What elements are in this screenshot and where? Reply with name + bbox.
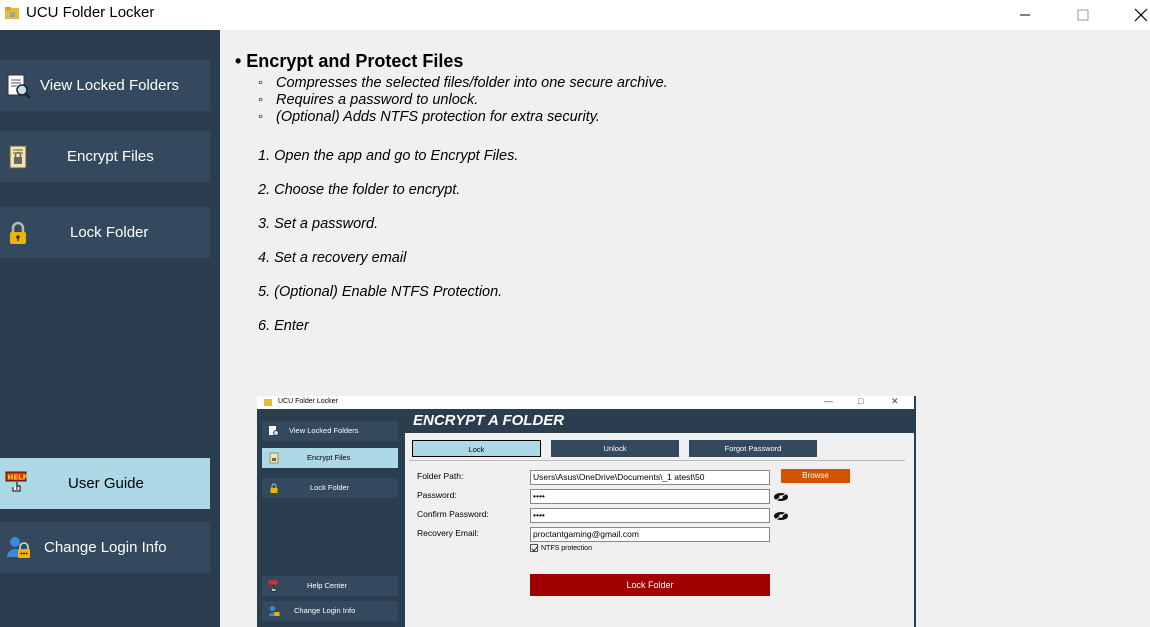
screenshot-minimize-icon: —: [824, 396, 833, 406]
help-hand-icon: HELP: [5, 471, 28, 492]
user-lock-icon: [7, 537, 30, 558]
magnifier-document-icon: [7, 74, 31, 99]
sidebar-item-label: User Guide: [68, 475, 144, 492]
sidebar-item-view-locked-folders[interactable]: View Locked Folders: [0, 60, 210, 111]
svg-text:HELP: HELP: [8, 474, 28, 482]
screenshot-nav-change-login-info: Change Login Info: [262, 601, 398, 621]
user-lock-icon: [269, 606, 280, 616]
section-heading: • Encrypt and Protect Files: [235, 51, 464, 71]
screenshot-nav-view-locked-folders: View Locked Folders: [262, 421, 398, 441]
screenshot-sidebar: View Locked Folders Encrypt Files Lock F…: [257, 409, 405, 627]
screenshot-recovery-email-label: Recovery Email:: [417, 528, 479, 538]
window-title: UCU Folder Locker: [26, 4, 155, 21]
screenshot-folder-path-label: Folder Path:: [417, 471, 464, 481]
screenshot-ntfs-label: NTFS protection: [541, 544, 592, 552]
screenshot-header: ENCRYPT A FOLDER: [405, 409, 914, 433]
screenshot-nav-label: Encrypt Files: [307, 453, 351, 462]
user-guide-content: • Encrypt and Protect Files Compresses t…: [220, 30, 1150, 627]
screenshot-confirm-password-field: ••••: [530, 508, 770, 523]
close-icon: [1134, 8, 1148, 22]
screenshot-tab-forgot-password: Forgot Password: [689, 440, 817, 457]
title-bar: UCU Folder Locker: [0, 0, 1150, 30]
list-item: (Optional) Adds NTFS protection for extr…: [258, 109, 668, 126]
screenshot-ntfs-checkbox: NTFS protection: [530, 544, 592, 552]
screenshot-nav-label: Help Center: [307, 581, 348, 590]
sidebar-item-label: Change Login Info: [44, 539, 167, 556]
step-item: 6. Enter: [258, 318, 309, 334]
screenshot-divider: [409, 460, 905, 461]
checkbox-checked-icon: [530, 544, 539, 552]
eye-slash-icon: [774, 492, 788, 502]
screenshot-confirm-password-label: Confirm Password:: [417, 509, 489, 519]
padlock-icon: [270, 483, 278, 493]
sidebar-item-label: View Locked Folders: [40, 77, 179, 94]
screenshot-lock-folder-button: Lock Folder: [530, 574, 770, 596]
padlock-icon: [10, 221, 26, 244]
screenshot-tab-unlock: Unlock: [551, 440, 679, 457]
minimize-icon: [1020, 14, 1030, 16]
sidebar: View Locked Folders Encrypt Files Lock F…: [0, 30, 220, 627]
feature-list: Compresses the selected files/folder int…: [258, 75, 668, 126]
guide-screenshot: UCU Folder Locker — □ ✕ View Locked Fold…: [257, 396, 916, 627]
step-item: 2. Choose the folder to encrypt.: [258, 182, 461, 198]
screenshot-nav-encrypt-files: Encrypt Files: [262, 448, 398, 468]
step-item: 3. Set a password.: [258, 216, 379, 232]
screenshot-recovery-email-field: proctantgaming@gmail.com: [530, 527, 770, 542]
screenshot-tab-lock: Lock: [412, 440, 541, 457]
step-item: 4. Set a recovery email: [258, 250, 407, 266]
eye-slash-icon: [774, 511, 788, 521]
screenshot-nav-label: View Locked Folders: [289, 426, 359, 435]
folder-lock-icon: [264, 399, 272, 406]
screenshot-nav-label: Lock Folder: [310, 483, 350, 492]
maximize-button[interactable]: [1060, 0, 1106, 30]
screenshot-nav-label: Change Login Info: [294, 606, 356, 615]
sidebar-item-lock-folder[interactable]: Lock Folder: [0, 207, 210, 258]
list-item: Compresses the selected files/folder int…: [258, 75, 668, 92]
sidebar-item-label: Encrypt Files: [67, 148, 154, 165]
screenshot-nav-lock-folder: Lock Folder: [262, 478, 398, 498]
screenshot-window-title: UCU Folder Locker: [278, 398, 338, 405]
encrypted-file-icon: [9, 145, 27, 169]
screenshot-password-field: ••••: [530, 489, 770, 504]
sidebar-item-label: Lock Folder: [70, 224, 149, 241]
screenshot-password-label: Password:: [417, 490, 457, 500]
screenshot-folder-path-field: Users\Asus\OneDrive\Documents\_1 atest\5…: [530, 470, 770, 485]
magnifier-document-icon: [269, 426, 279, 436]
list-item: Requires a password to unlock.: [258, 92, 668, 109]
screenshot-browse-button: Browse: [781, 469, 850, 483]
step-item: 1. Open the app and go to Encrypt Files.: [258, 148, 519, 164]
sidebar-item-encrypt-files[interactable]: Encrypt Files: [0, 131, 210, 182]
screenshot-nav-help-center: Help Center: [262, 576, 398, 596]
encrypted-file-icon: [269, 452, 279, 464]
sidebar-item-user-guide[interactable]: HELP User Guide: [0, 458, 210, 509]
screenshot-maximize-icon: □: [858, 396, 864, 406]
step-item: 5. (Optional) Enable NTFS Protection.: [258, 284, 503, 300]
help-hand-icon: [268, 580, 278, 592]
screenshot-close-icon: ✕: [891, 396, 899, 406]
folder-lock-icon: [5, 7, 19, 19]
minimize-button[interactable]: [1002, 0, 1048, 30]
maximize-icon: [1077, 9, 1089, 21]
sidebar-item-change-login-info[interactable]: Change Login Info: [0, 522, 210, 573]
screenshot-main: ENCRYPT A FOLDER Lock Unlock Forgot Pass…: [405, 409, 914, 627]
close-button[interactable]: [1118, 0, 1150, 30]
screenshot-title-bar: UCU Folder Locker — □ ✕: [257, 396, 914, 409]
